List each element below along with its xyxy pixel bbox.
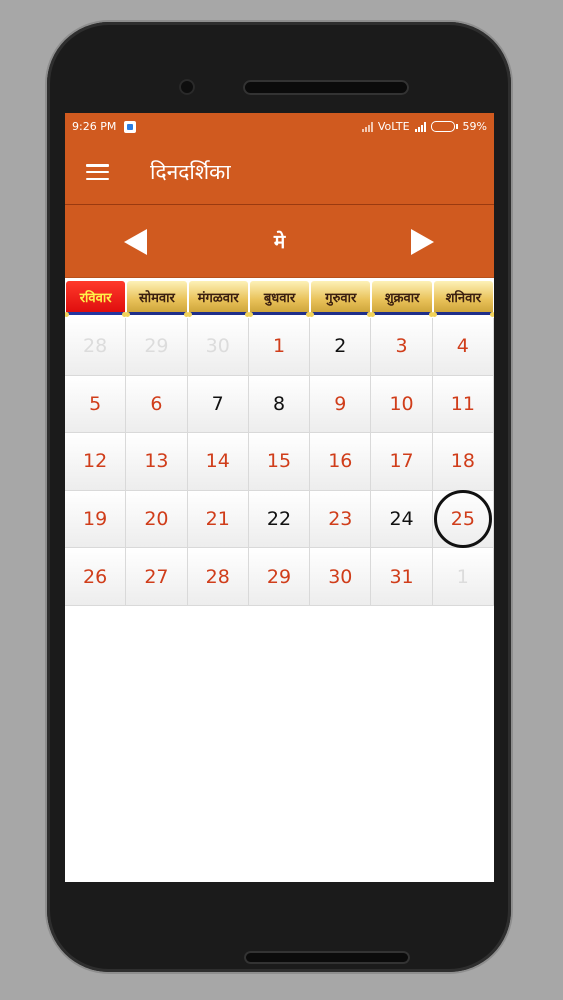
weekday-tuesday: मंगळवार [186,281,251,317]
calendar-day[interactable]: 29 [248,548,311,606]
calendar-day[interactable]: 29 [126,318,188,376]
calendar-day[interactable]: 31 [371,548,433,606]
weekday-friday: शुक्रवार [370,281,434,317]
weekday-wednesday: बुधवार [247,281,312,317]
weekday-sunday: रविवार [65,281,128,317]
calendar-day[interactable]: 30 [187,318,249,376]
weekday-thursday: गुरुवार [309,281,373,317]
calendar-day[interactable]: 8 [248,375,311,434]
calendar-day[interactable]: 27 [126,548,188,606]
signal-icon [361,121,373,132]
calendar-day[interactable]: 30 [310,548,372,606]
calendar-day[interactable]: 2 [310,318,372,376]
earpiece-speaker [243,80,409,95]
calendar-day[interactable]: 1 [432,548,494,606]
weekday-header: रविवार सोमवार मंगळवार बुधवार गुरुवार शुक… [65,278,494,318]
weekday-monday: सोमवार [125,281,189,317]
calendar-day[interactable]: 1 [248,318,311,376]
battery-icon [430,121,458,132]
hamburger-icon[interactable] [86,164,109,180]
right-triangle-icon[interactable] [411,229,434,255]
network-label: VoLTE [377,120,410,133]
calendar-day[interactable]: 20 [126,490,188,549]
calendar-day[interactable]: 28 [187,548,249,606]
calendar-day[interactable]: 24 [371,490,433,549]
calendar-day[interactable]: 16 [310,433,372,491]
signal-strength-icon [414,121,426,132]
calendar-day[interactable]: 23 [310,490,372,549]
calendar-day[interactable]: 11 [432,375,494,434]
calendar-day[interactable]: 9 [310,375,372,434]
calendar-day[interactable]: 22 [248,490,311,549]
calendar-day[interactable]: 17 [371,433,433,491]
month-navigation: मे [65,205,494,278]
battery-percent: 59% [462,120,487,133]
status-time: 9:26 PM [72,120,117,133]
calendar-day[interactable]: 15 [248,433,311,491]
status-indicators: VoLTE 59% [361,120,487,133]
front-camera [179,79,195,95]
calendar-day[interactable]: 18 [432,433,494,491]
status-bar: 9:26 PM VoLTE 59% [65,113,494,140]
app-title: दिनदर्शिका [150,160,231,184]
calendar-day-today[interactable]: 25 [432,490,494,549]
weekday-saturday: शनिवार [431,281,494,317]
notification-icon [124,120,137,133]
app-screen: 9:26 PM VoLTE 59% दिनदर्शिका मे रविवार स… [65,113,494,882]
calendar-day[interactable]: 10 [371,375,433,434]
calendar-day[interactable]: 13 [126,433,188,491]
calendar-day[interactable]: 5 [65,375,127,434]
calendar-day[interactable]: 14 [187,433,249,491]
left-triangle-icon[interactable] [124,229,147,255]
calendar-day[interactable]: 12 [65,433,127,491]
bottom-speaker [244,951,410,964]
calendar-day[interactable]: 7 [187,375,249,434]
calendar-day[interactable]: 19 [65,490,127,549]
calendar-day[interactable]: 26 [65,548,127,606]
calendar-day[interactable]: 28 [65,318,127,376]
calendar-grid: 28 29 30 1 2 3 4 5 6 7 8 9 10 11 12 13 14 15 16 17 18 19 20 21 2… [65,318,494,606]
month-title: मे [273,231,286,253]
app-bar: दिनदर्शिका [65,140,494,205]
calendar-day[interactable]: 4 [432,318,494,376]
calendar-day[interactable]: 3 [371,318,433,376]
calendar-day[interactable]: 6 [126,375,188,434]
calendar-day[interactable]: 21 [187,490,249,549]
